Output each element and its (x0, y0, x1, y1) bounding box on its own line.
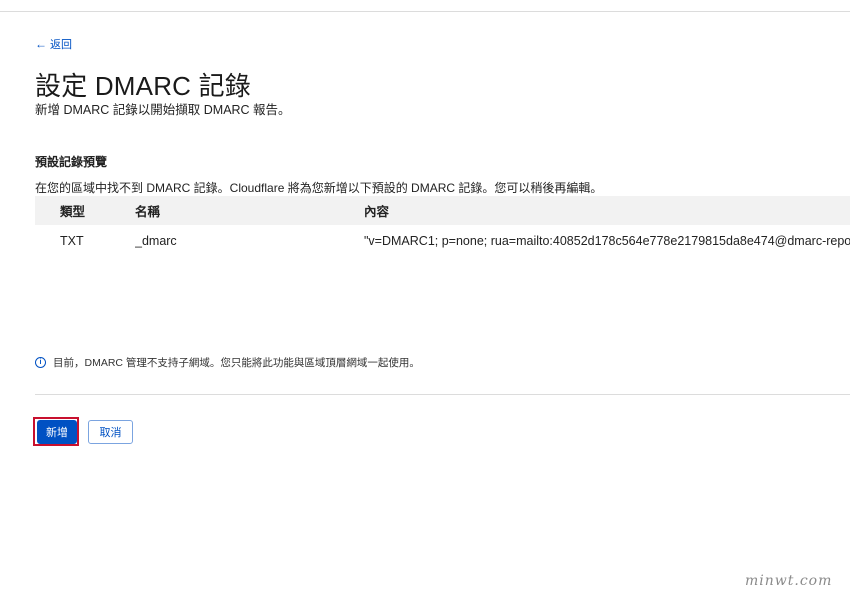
section-description: 在您的區域中找不到 DMARC 記錄。Cloudflare 將為您新增以下預設的… (35, 181, 603, 195)
page-title: 設定 DMARC 記錄 (35, 71, 251, 101)
column-header-content: 內容 (364, 205, 390, 219)
table-row: TXT _dmarc "v=DMARC1; p=none; rua=mailto… (35, 225, 850, 257)
record-name: _dmarc (135, 234, 177, 248)
arrow-left-icon: ← (35, 37, 47, 51)
subdomain-notice: i 目前，DMARC 管理不支持子網域。您只能將此功能與區域頂層網域一起使用。 (35, 355, 420, 370)
section-title: 預設記錄預覽 (35, 155, 108, 169)
table-header-row: 類型 名稱 內容 (35, 196, 850, 225)
page-subtitle: 新增 DMARC 記錄以開始擷取 DMARC 報告。 (35, 103, 291, 117)
record-content: "v=DMARC1; p=none; rua=mailto:40852d178c… (364, 234, 850, 248)
record-preview-table: 類型 名稱 內容 TXT _dmarc "v=DMARC1; p=none; r… (35, 196, 850, 257)
info-icon: i (35, 357, 46, 368)
record-type: TXT (60, 234, 84, 248)
top-divider (0, 11, 850, 12)
watermark: minwt.com (745, 573, 833, 589)
column-header-type: 類型 (60, 205, 86, 219)
cancel-button[interactable]: 取消 (88, 420, 133, 444)
back-label: 返回 (50, 39, 72, 51)
add-button[interactable]: 新增 (37, 420, 77, 444)
back-link[interactable]: ← 返回 (35, 36, 72, 52)
column-header-name: 名稱 (135, 205, 161, 219)
notice-text: 目前，DMARC 管理不支持子網域。您只能將此功能與區域頂層網域一起使用。 (53, 357, 420, 369)
actions-divider (35, 394, 850, 395)
